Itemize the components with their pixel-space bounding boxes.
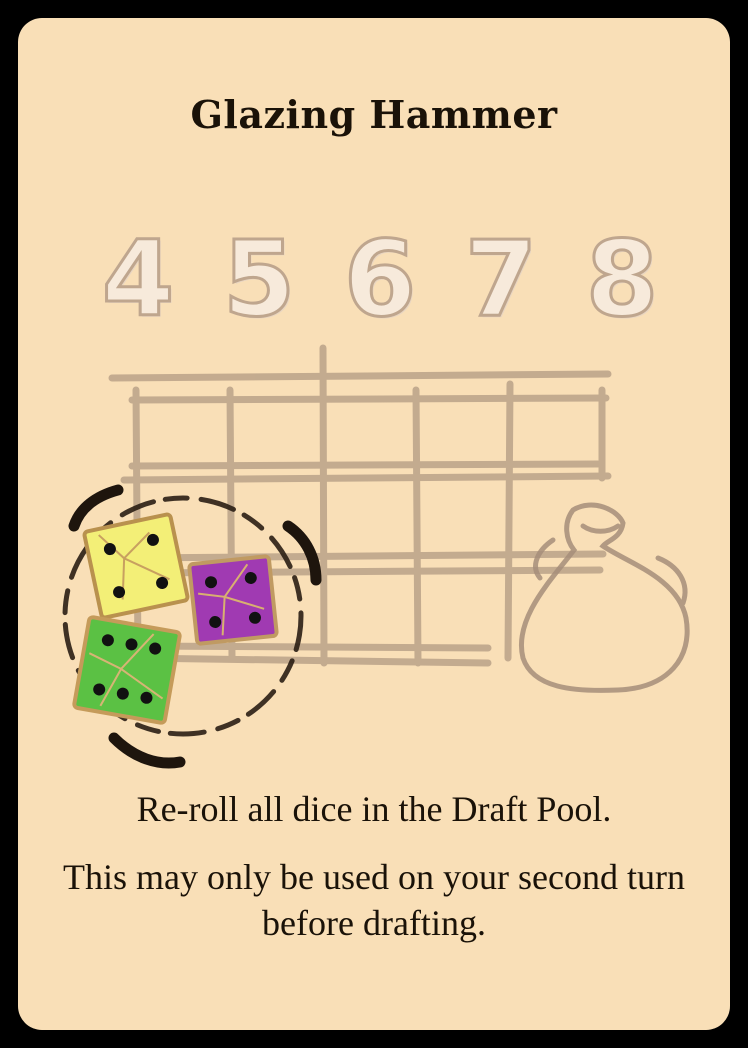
restriction-text: This may only be used on your second tur…: [63, 857, 685, 943]
window-grid-sketch: [108, 344, 612, 667]
favor-number: 5: [221, 218, 296, 340]
favor-number: 8: [584, 218, 659, 340]
reroll-arrows-icon: [62, 484, 322, 769]
dice-bag-icon: [519, 502, 690, 693]
favor-number: 6: [342, 218, 417, 340]
green-die: [72, 615, 182, 725]
tool-card: Glazing Hammer 4 5 6 7 8 Re-roll all dic…: [18, 18, 730, 1030]
ability-text: Re-roll all dice in the Draft Pool.: [136, 789, 612, 829]
favor-number: 7: [463, 218, 538, 340]
favor-number-row: 4 5 6 7 8: [90, 214, 670, 344]
purple-die: [187, 554, 279, 646]
yellow-die: [82, 512, 190, 620]
favor-number: 4: [100, 218, 175, 340]
card-title: Glazing Hammer: [190, 92, 558, 137]
